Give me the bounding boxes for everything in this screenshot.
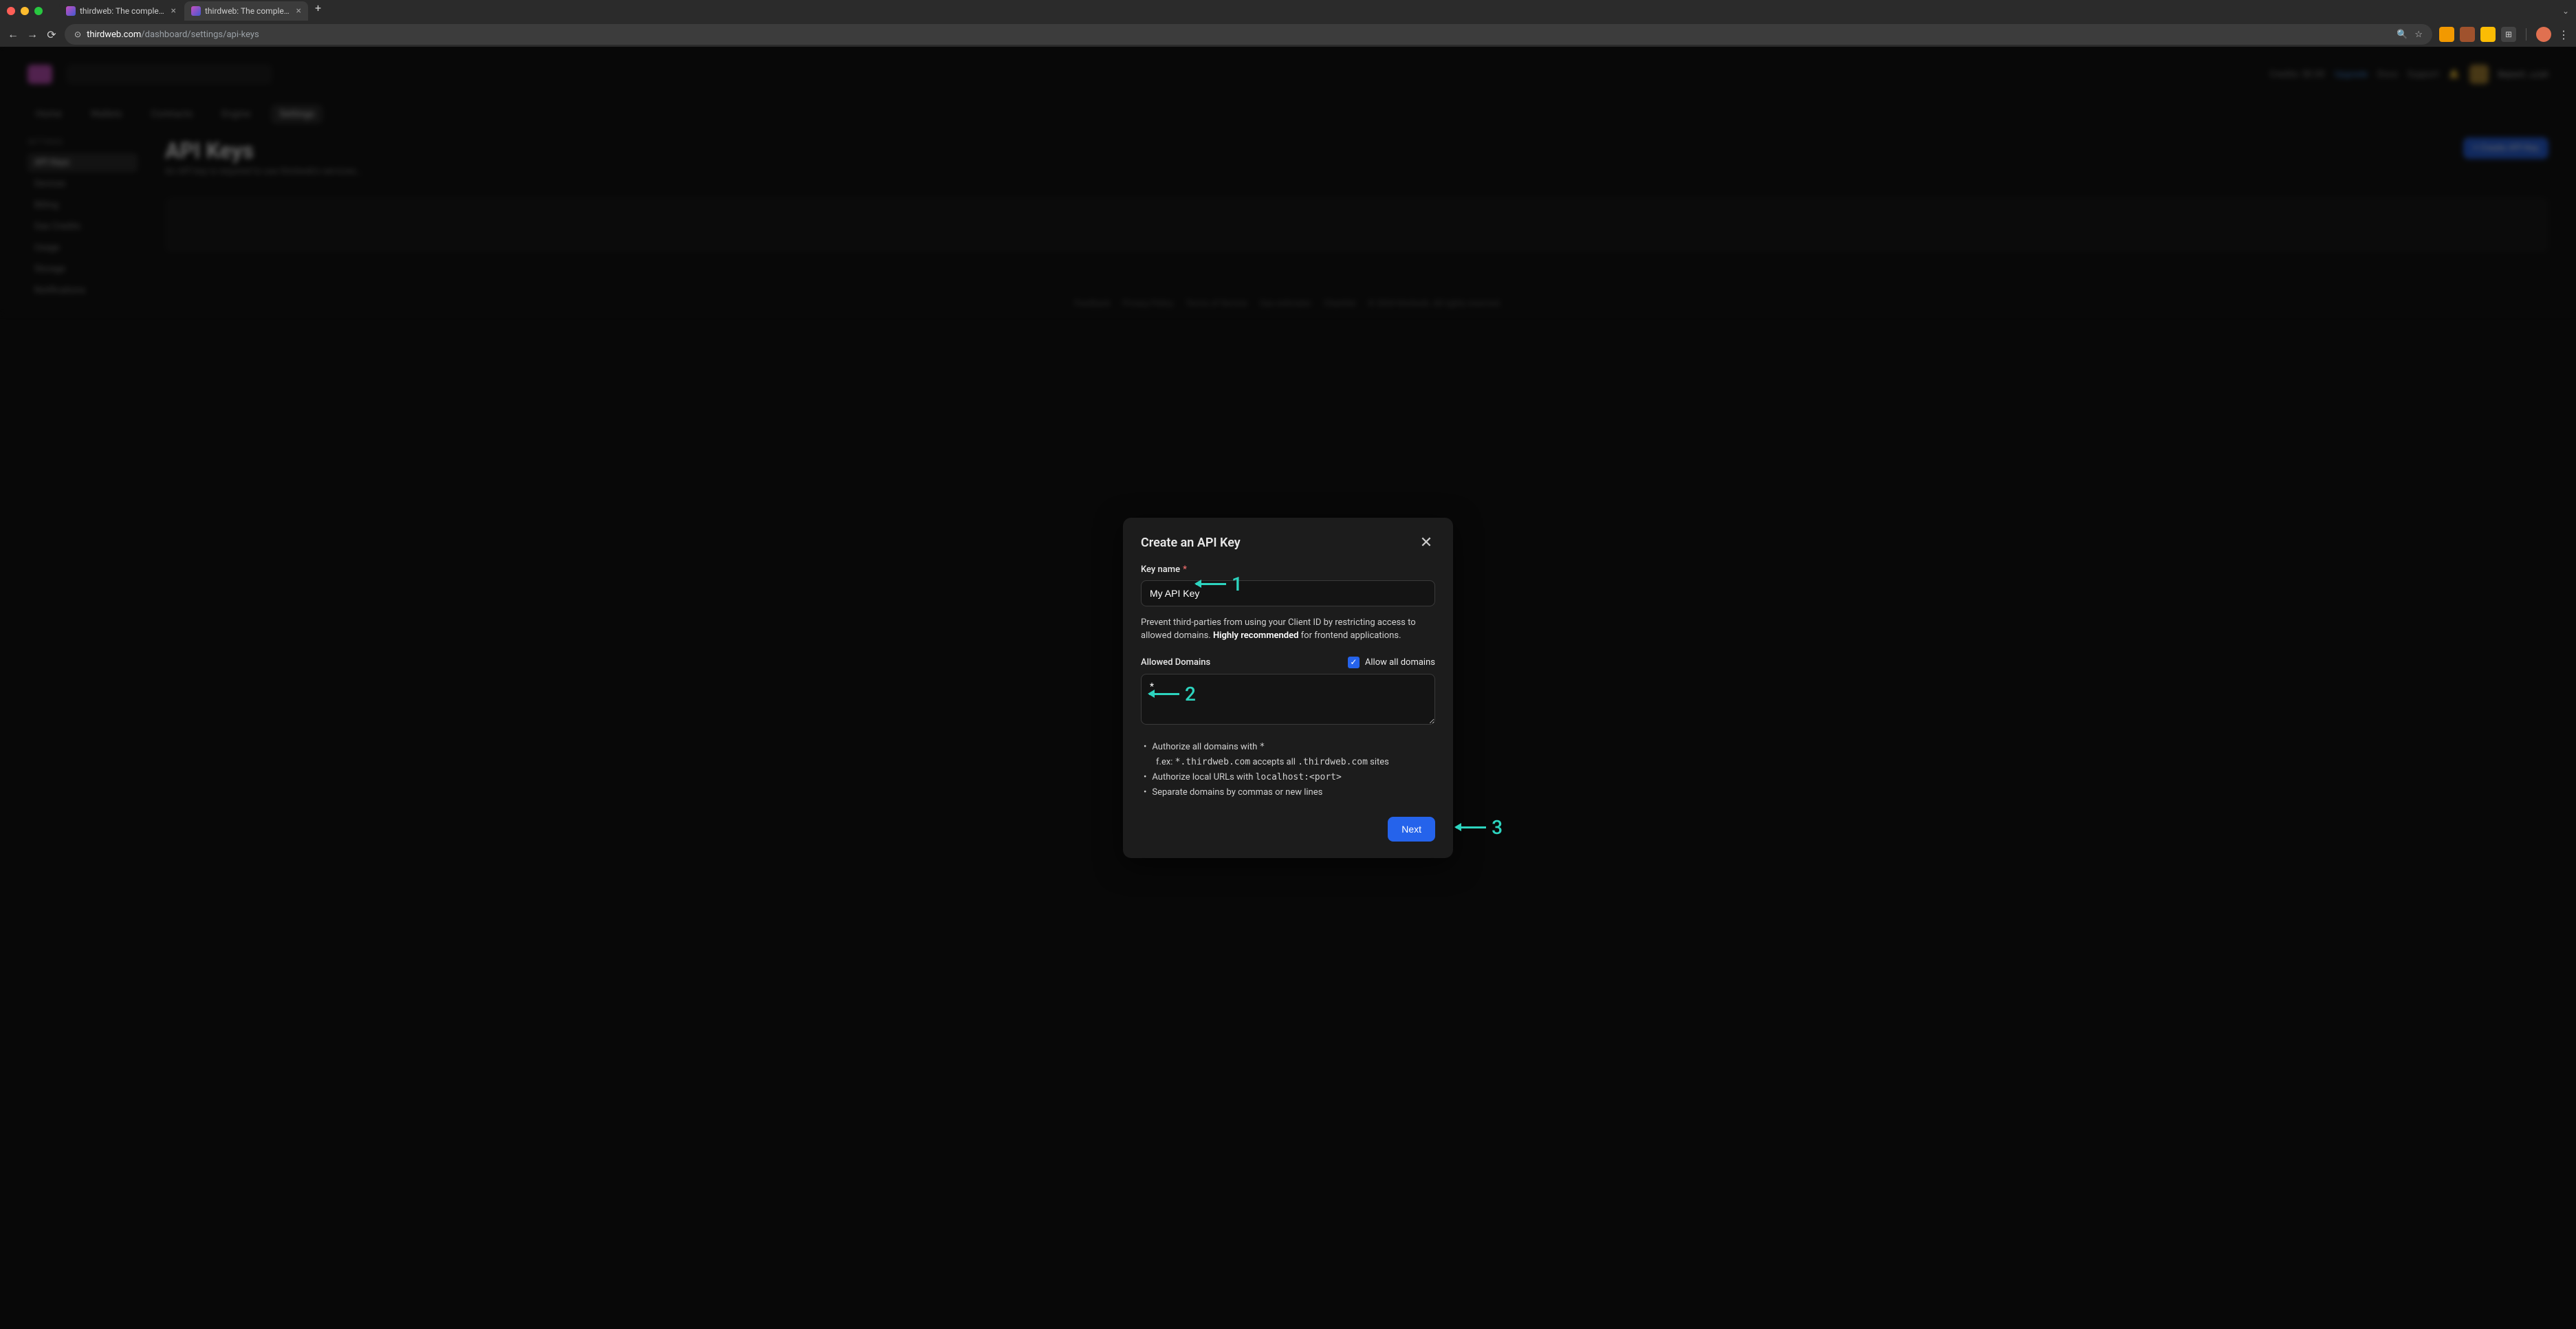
close-icon[interactable]: ✕ (1417, 534, 1435, 552)
extension-icon-3[interactable] (2480, 27, 2496, 42)
url-bar[interactable]: ⊙ thirdweb.com/dashboard/settings/api-ke… (65, 24, 2432, 45)
create-api-key-modal: Create an API Key ✕ Key name* Prevent th… (1123, 518, 1453, 858)
tab-list-chevron-icon[interactable]: ⌄ (2562, 6, 2569, 16)
forward-icon[interactable]: → (26, 28, 39, 41)
back-icon[interactable]: ← (7, 28, 19, 41)
browser-menu-icon[interactable]: ⋮ (2558, 28, 2569, 41)
browser-tab-2[interactable]: thirdweb: The complete web3… × (184, 1, 308, 21)
window-minimize-dot[interactable] (21, 7, 29, 15)
tab-close-icon[interactable]: × (296, 6, 301, 17)
allow-all-domains-label: Allow all domains (1365, 657, 1435, 668)
window-maximize-dot[interactable] (34, 7, 43, 15)
zoom-icon[interactable]: 🔍 (2397, 30, 2408, 40)
next-button[interactable]: Next (1388, 817, 1435, 842)
domain-hints: Authorize all domains with * f.ex: *.thi… (1141, 740, 1435, 800)
url-path: /dashboard/settings/api-keys (141, 30, 259, 40)
traffic-lights (7, 7, 43, 15)
new-tab-button[interactable]: + (309, 1, 327, 21)
url-domain: thirdweb.com (87, 30, 141, 40)
helper-text: Prevent third-parties from using your Cl… (1141, 616, 1435, 643)
tab-title: thirdweb: The complete web3… (205, 6, 292, 16)
allow-all-domains-checkbox[interactable]: ✓ (1348, 657, 1360, 668)
browser-tab-1[interactable]: thirdweb: The complete web3… × (59, 1, 183, 21)
bookmark-icon[interactable]: ☆ (2414, 30, 2423, 40)
tab-title: thirdweb: The complete web3… (80, 6, 167, 16)
allowed-domains-label: Allowed Domains (1141, 657, 1210, 668)
tab-close-icon[interactable]: × (171, 6, 176, 17)
favicon-icon (191, 6, 201, 16)
annotation-3: 3 (1456, 816, 1503, 839)
allowed-domains-textarea[interactable] (1141, 674, 1435, 725)
extensions-puzzle-icon[interactable]: ⊞ (2501, 27, 2516, 42)
window-close-dot[interactable] (7, 7, 15, 15)
extension-icon-1[interactable] (2439, 27, 2454, 42)
profile-avatar[interactable] (2536, 27, 2551, 42)
site-info-icon[interactable]: ⊙ (74, 30, 81, 39)
key-name-label: Key name* (1141, 564, 1435, 575)
key-name-input[interactable] (1141, 580, 1435, 606)
extension-icon-2[interactable] (2460, 27, 2475, 42)
modal-title: Create an API Key (1141, 536, 1241, 550)
reload-icon[interactable]: ⟳ (45, 28, 58, 41)
favicon-icon (66, 6, 76, 16)
